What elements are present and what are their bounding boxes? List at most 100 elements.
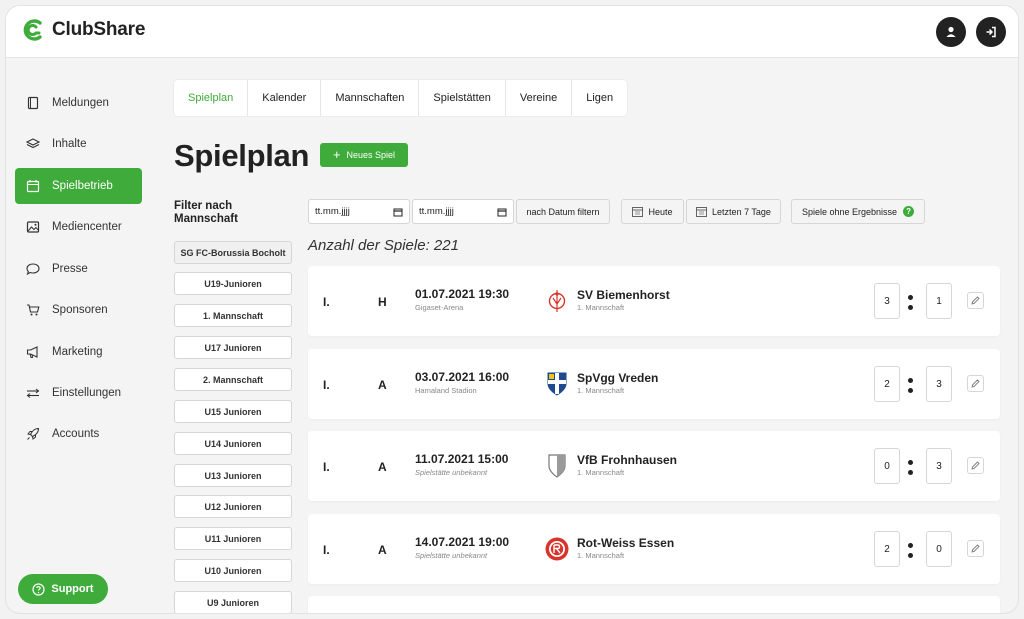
opponent-crest-icon: [544, 535, 570, 563]
sidebar-item-sponsoren[interactable]: Sponsoren: [15, 292, 142, 328]
last-7-days-button[interactable]: Letzten 7 Tage: [686, 199, 781, 224]
sidebar-item-meldungen[interactable]: Meldungen: [15, 85, 142, 121]
opponent-crest-icon: [544, 287, 570, 315]
calendar-icon: [26, 180, 40, 193]
score-home-field[interactable]: 2: [874, 366, 900, 402]
megaphone-icon: [26, 346, 38, 358]
date-from-placeholder: tt.mm.jjjj: [315, 206, 350, 217]
logo[interactable]: ClubShare: [20, 17, 145, 43]
sidebar-item-spielbetrieb[interactable]: Spielbetrieb: [15, 168, 142, 204]
sidebar-item-label: Marketing: [52, 346, 103, 358]
help-icon: ?: [903, 206, 915, 217]
help-icon: [32, 582, 46, 596]
games-without-results-button[interactable]: Spiele ohne Ergebnisse ?: [791, 199, 925, 224]
tab-mannschaften[interactable]: Mannschaften: [321, 80, 420, 116]
support-button[interactable]: Support: [18, 574, 108, 604]
sidebar-item-einstellungen[interactable]: Einstellungen: [15, 375, 142, 411]
app-name: ClubShare: [52, 19, 146, 40]
sidebar-item-inhalte[interactable]: Inhalte: [15, 126, 142, 162]
game-home-away: A: [378, 378, 387, 392]
rocket-icon: [27, 427, 40, 440]
score-separator: [907, 458, 913, 476]
team-filter-button[interactable]: 1. Mannschaft: [174, 304, 292, 327]
sidebar-item-label: Einstellungen: [52, 387, 122, 399]
logout-icon: [986, 26, 996, 38]
game-card[interactable]: I. A 11.07.2021 15:00 Spielstätte unbeka…: [308, 431, 1000, 501]
team-filter-button[interactable]: U19-Junioren: [174, 272, 292, 295]
sidebar-item-label: Sponsoren: [52, 304, 108, 316]
team-filter-button[interactable]: U9 Junioren: [174, 591, 292, 613]
game-card[interactable]: I. A 14.07.2021 19:00 Spielstätte unbeka…: [308, 514, 1000, 584]
sidebar-item-label: Meldungen: [52, 97, 109, 109]
tab-spielstaetten[interactable]: Spielstätten: [419, 80, 506, 116]
game-card[interactable]: I. H 01.07.2021 19:30 Gigaset-Arena SV B…: [308, 266, 1000, 336]
profile-button[interactable]: [936, 17, 966, 47]
sidebar-item-presse[interactable]: Presse: [15, 251, 142, 287]
sidebar: Meldungen Inhalte Spielbetrieb Mediencen…: [6, 59, 156, 613]
team-filter-button[interactable]: U11 Junioren: [174, 527, 292, 550]
edit-button[interactable]: [967, 292, 984, 309]
tab-vereine[interactable]: Vereine: [506, 80, 573, 116]
today-button[interactable]: Heute: [621, 199, 684, 224]
score-home-field[interactable]: 3: [874, 283, 900, 319]
date-to-input[interactable]: tt.mm.jjjj: [412, 199, 514, 224]
team-filter-button[interactable]: U12 Junioren: [174, 495, 292, 518]
last-7-days-label: Letzten 7 Tage: [712, 206, 771, 217]
sidebar-item-accounts[interactable]: Accounts: [15, 416, 142, 452]
calendar-icon: [696, 207, 707, 217]
opponent-crest-icon: [544, 452, 570, 480]
date-from-input[interactable]: tt.mm.jjjj: [308, 199, 410, 224]
game-card[interactable]: [308, 596, 1000, 613]
team-filter-button[interactable]: SG FC-Borussia Bocholt: [174, 241, 292, 264]
score-away-field[interactable]: 1: [926, 283, 952, 319]
game-league: I.: [323, 460, 330, 474]
game-league: I.: [323, 295, 330, 309]
sidebar-item-marketing[interactable]: Marketing: [15, 334, 142, 370]
score-away-field[interactable]: 0: [926, 531, 952, 567]
today-label: Heute: [648, 206, 673, 217]
edit-button[interactable]: [967, 457, 984, 474]
opponent-name: Rot-Weiss Essen: [577, 536, 675, 550]
edit-button[interactable]: [967, 540, 984, 557]
tab-ligen[interactable]: Ligen: [572, 80, 627, 116]
tab-kalender[interactable]: Kalender: [248, 80, 322, 116]
score-away-field[interactable]: 3: [926, 366, 952, 402]
layers-icon: [26, 138, 40, 149]
calendar-icon: [632, 207, 644, 217]
sliders-icon: [26, 388, 40, 398]
game-venue: Spielstätte unbekannt: [415, 468, 488, 477]
team-filter-button[interactable]: U10 Junioren: [174, 559, 292, 582]
opponent-name: SpVgg Vreden: [577, 371, 659, 385]
score-separator: [907, 293, 913, 311]
opponent-name: SV Biemenhorst: [577, 288, 670, 302]
game-card[interactable]: I. A 03.07.2021 16:00 Hamaland Stadion S…: [308, 349, 1000, 419]
top-bar: ClubShare: [6, 6, 1018, 58]
game-datetime: 14.07.2021 19:00: [415, 535, 510, 549]
calendar-picker-icon: [393, 208, 403, 216]
sidebar-item-label: Mediencenter: [52, 221, 122, 233]
filter-by-date-button[interactable]: nach Datum filtern: [516, 199, 610, 224]
tab-spielplan[interactable]: Spielplan: [174, 80, 249, 116]
clubshare-logo-icon: [23, 19, 42, 41]
team-filter-button[interactable]: U17 Junioren: [174, 336, 292, 359]
game-home-away: A: [378, 460, 387, 474]
new-game-button[interactable]: + Neues Spiel: [320, 143, 408, 167]
calendar-picker-icon: [497, 208, 507, 216]
game-datetime: 01.07.2021 19:30: [415, 287, 510, 301]
logout-button[interactable]: [976, 17, 1006, 47]
date-to-placeholder: tt.mm.jjjj: [419, 206, 454, 217]
score-away-field[interactable]: 3: [926, 448, 952, 484]
score-home-field[interactable]: 2: [874, 531, 900, 567]
game-team: 1. Mannschaft: [577, 386, 625, 395]
score-home-field[interactable]: 0: [874, 448, 900, 484]
edit-button[interactable]: [967, 375, 984, 392]
team-filter-button[interactable]: U14 Junioren: [174, 432, 292, 455]
sidebar-item-mediencenter[interactable]: Mediencenter: [15, 209, 142, 245]
team-filter-button[interactable]: U15 Junioren: [174, 400, 292, 423]
opponent-name: VfB Frohnhausen: [577, 453, 678, 467]
game-venue: Spielstätte unbekannt: [415, 551, 488, 560]
book-icon: [27, 96, 39, 110]
team-filter-button[interactable]: 2. Mannschaft: [174, 368, 292, 391]
team-filter-button[interactable]: U13 Junioren: [174, 464, 292, 487]
game-venue: Gigaset-Arena: [415, 303, 464, 312]
